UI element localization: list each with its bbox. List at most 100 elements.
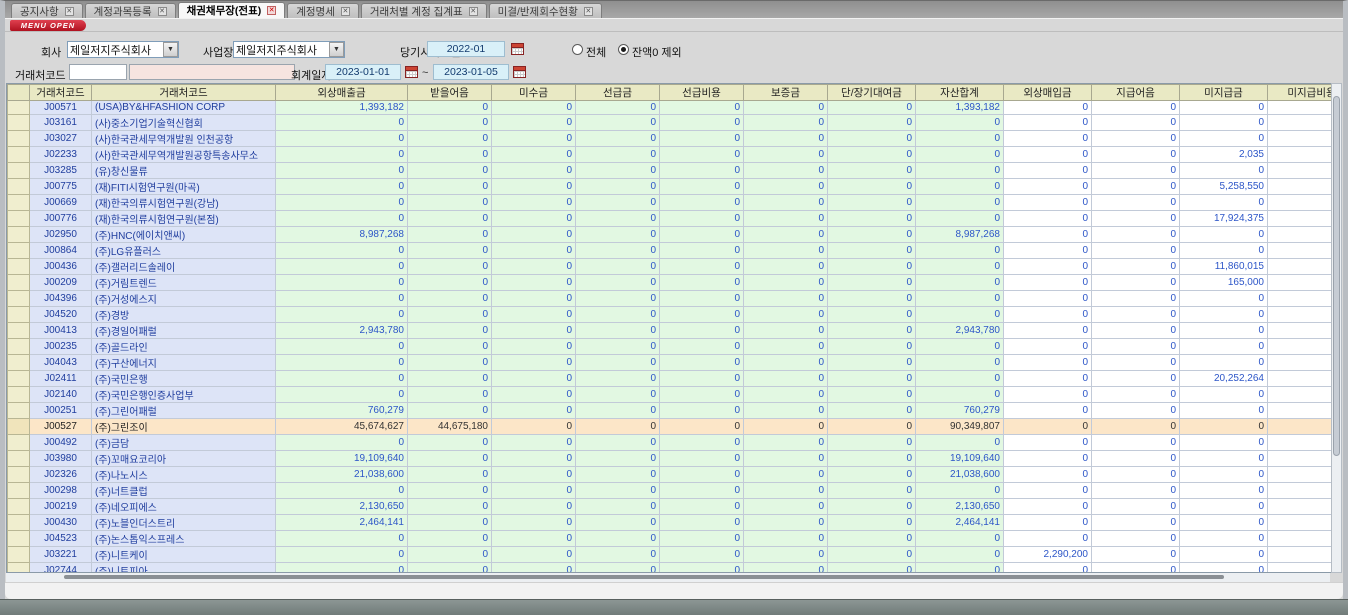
amount-cell[interactable]: 0 — [744, 483, 828, 499]
amount-cell[interactable]: 0 — [660, 435, 744, 451]
amount-cell[interactable]: 0 — [828, 275, 916, 291]
amount-cell[interactable]: 0 — [492, 227, 576, 243]
row-handle[interactable] — [8, 291, 30, 307]
calendar-icon[interactable] — [511, 43, 524, 55]
amount-cell[interactable]: 0 — [828, 355, 916, 371]
amount-cell[interactable]: 0 — [744, 211, 828, 227]
amount-cell[interactable]: 21,038,600 — [276, 467, 408, 483]
table-row[interactable]: J02233(사)한국관세무역개발원공항특송사무소00000000002,035… — [8, 147, 1337, 163]
amount-cell[interactable]: 0 — [276, 435, 408, 451]
close-icon[interactable]: ✕ — [267, 6, 276, 15]
amount-cell[interactable]: 0 — [828, 147, 916, 163]
amount-cell[interactable]: 0 — [1268, 371, 1337, 387]
vendor-name-cell[interactable]: (USA)BY&HFASHION CORP — [92, 101, 276, 115]
column-header[interactable]: 거래처코드 — [30, 85, 92, 101]
vendor-name-cell[interactable]: (주)그린어패럴 — [92, 403, 276, 419]
amount-cell[interactable]: 0 — [276, 115, 408, 131]
table-row[interactable]: J00251(주)그린어패럴760,279000000760,27900000 — [8, 403, 1337, 419]
table-row[interactable]: J02140(주)국민은행인증사업부0000000000000 — [8, 387, 1337, 403]
amount-cell[interactable]: 0 — [1092, 467, 1180, 483]
amount-cell[interactable]: 0 — [576, 531, 660, 547]
amount-cell[interactable]: 0 — [408, 499, 492, 515]
column-header[interactable]: 선급금 — [576, 85, 660, 101]
amount-cell[interactable]: 0 — [408, 435, 492, 451]
amount-cell[interactable]: 0 — [1268, 483, 1337, 499]
amount-cell[interactable]: 0 — [744, 499, 828, 515]
column-header[interactable] — [8, 85, 30, 101]
amount-cell[interactable]: 0 — [576, 547, 660, 563]
vendor-code-cell[interactable]: J00527 — [30, 419, 92, 435]
amount-cell[interactable]: 0 — [492, 131, 576, 147]
amount-cell[interactable]: 0 — [1092, 371, 1180, 387]
row-handle[interactable] — [8, 371, 30, 387]
amount-cell[interactable]: 0 — [916, 115, 1004, 131]
amount-cell[interactable]: 0 — [916, 291, 1004, 307]
amount-cell[interactable]: 19,109,640 — [276, 451, 408, 467]
amount-cell[interactable]: 0 — [828, 371, 916, 387]
vendor-name-cell[interactable]: (주)HNC(에이치앤씨) — [92, 227, 276, 243]
amount-cell[interactable]: 0 — [1092, 499, 1180, 515]
amount-cell[interactable]: 0 — [916, 339, 1004, 355]
amount-cell[interactable]: 0 — [408, 339, 492, 355]
amount-cell[interactable]: 0 — [1268, 131, 1337, 147]
amount-cell[interactable]: 0 — [660, 451, 744, 467]
amount-cell[interactable]: 2,943,780 — [276, 323, 408, 339]
amount-cell[interactable]: 0 — [276, 243, 408, 259]
amount-cell[interactable]: 0 — [1268, 195, 1337, 211]
amount-cell[interactable]: 2,035 — [1180, 147, 1268, 163]
table-row[interactable]: J00430(주)노블인더스트리2,464,1410000002,464,141… — [8, 515, 1337, 531]
row-handle[interactable] — [8, 131, 30, 147]
vendor-code-cell[interactable]: J00298 — [30, 483, 92, 499]
table-row[interactable]: J00436(주)갤러리드솔레이000000000011,860,01500 — [8, 259, 1337, 275]
amount-cell[interactable]: 0 — [492, 419, 576, 435]
amount-cell[interactable]: 0 — [828, 435, 916, 451]
site-select[interactable]: 제일저지주식회사 ▼ — [233, 41, 345, 58]
amount-cell[interactable]: 0 — [1180, 355, 1268, 371]
amount-cell[interactable]: 0 — [1004, 307, 1092, 323]
amount-cell[interactable]: 0 — [1268, 451, 1337, 467]
amount-cell[interactable]: 0 — [828, 243, 916, 259]
amount-cell[interactable]: 0 — [1180, 291, 1268, 307]
vendor-name-cell[interactable]: (주)경방 — [92, 307, 276, 323]
vendor-name-cell[interactable]: (사)한국관세무역개발원공항특송사무소 — [92, 147, 276, 163]
amount-cell[interactable]: 0 — [1004, 179, 1092, 195]
vendor-name-input[interactable] — [129, 64, 295, 80]
amount-cell[interactable]: 0 — [660, 547, 744, 563]
amount-cell[interactable]: 0 — [744, 339, 828, 355]
amount-cell[interactable]: 0 — [1092, 515, 1180, 531]
amount-cell[interactable]: 0 — [744, 563, 828, 573]
table-row[interactable]: J00209(주)거림트렌드0000000000165,00000 — [8, 275, 1337, 291]
amount-cell[interactable]: 0 — [1180, 339, 1268, 355]
horizontal-scrollbar-thumb[interactable] — [64, 575, 1224, 579]
amount-cell[interactable]: 0 — [1004, 419, 1092, 435]
amount-cell[interactable]: 0 — [660, 259, 744, 275]
amount-cell[interactable]: 0 — [660, 403, 744, 419]
amount-cell[interactable]: 0 — [1268, 227, 1337, 243]
amount-cell[interactable]: 0 — [408, 547, 492, 563]
amount-cell[interactable]: 0 — [1180, 563, 1268, 573]
amount-cell[interactable]: 0 — [1004, 435, 1092, 451]
amount-cell[interactable]: 0 — [1004, 371, 1092, 387]
amount-cell[interactable]: 44,675,180 — [408, 419, 492, 435]
radio-nonzero-label[interactable]: 잔액0 제외 — [632, 44, 682, 60]
amount-cell[interactable]: 0 — [1180, 419, 1268, 435]
amount-cell[interactable]: 0 — [276, 275, 408, 291]
vendor-code-cell[interactable]: J00776 — [30, 211, 92, 227]
amount-cell[interactable]: 0 — [744, 275, 828, 291]
amount-cell[interactable]: 0 — [660, 243, 744, 259]
table-row[interactable]: J04396(주)거성에스지0000000000000 — [8, 291, 1337, 307]
amount-cell[interactable]: 0 — [744, 387, 828, 403]
amount-cell[interactable]: 20,252,264 — [1180, 371, 1268, 387]
amount-cell[interactable]: 0 — [1180, 323, 1268, 339]
amount-cell[interactable]: 0 — [576, 515, 660, 531]
row-handle[interactable] — [8, 211, 30, 227]
amount-cell[interactable]: 0 — [1004, 211, 1092, 227]
amount-cell[interactable]: 0 — [660, 291, 744, 307]
row-handle[interactable] — [8, 115, 30, 131]
amount-cell[interactable]: 0 — [1180, 131, 1268, 147]
column-header[interactable]: 단/장기대여금 — [828, 85, 916, 101]
amount-cell[interactable]: 0 — [1004, 243, 1092, 259]
amount-cell[interactable]: 0 — [1004, 387, 1092, 403]
table-row[interactable]: J00864(주)LG유플러스0000000000000 — [8, 243, 1337, 259]
amount-cell[interactable]: 0 — [408, 323, 492, 339]
